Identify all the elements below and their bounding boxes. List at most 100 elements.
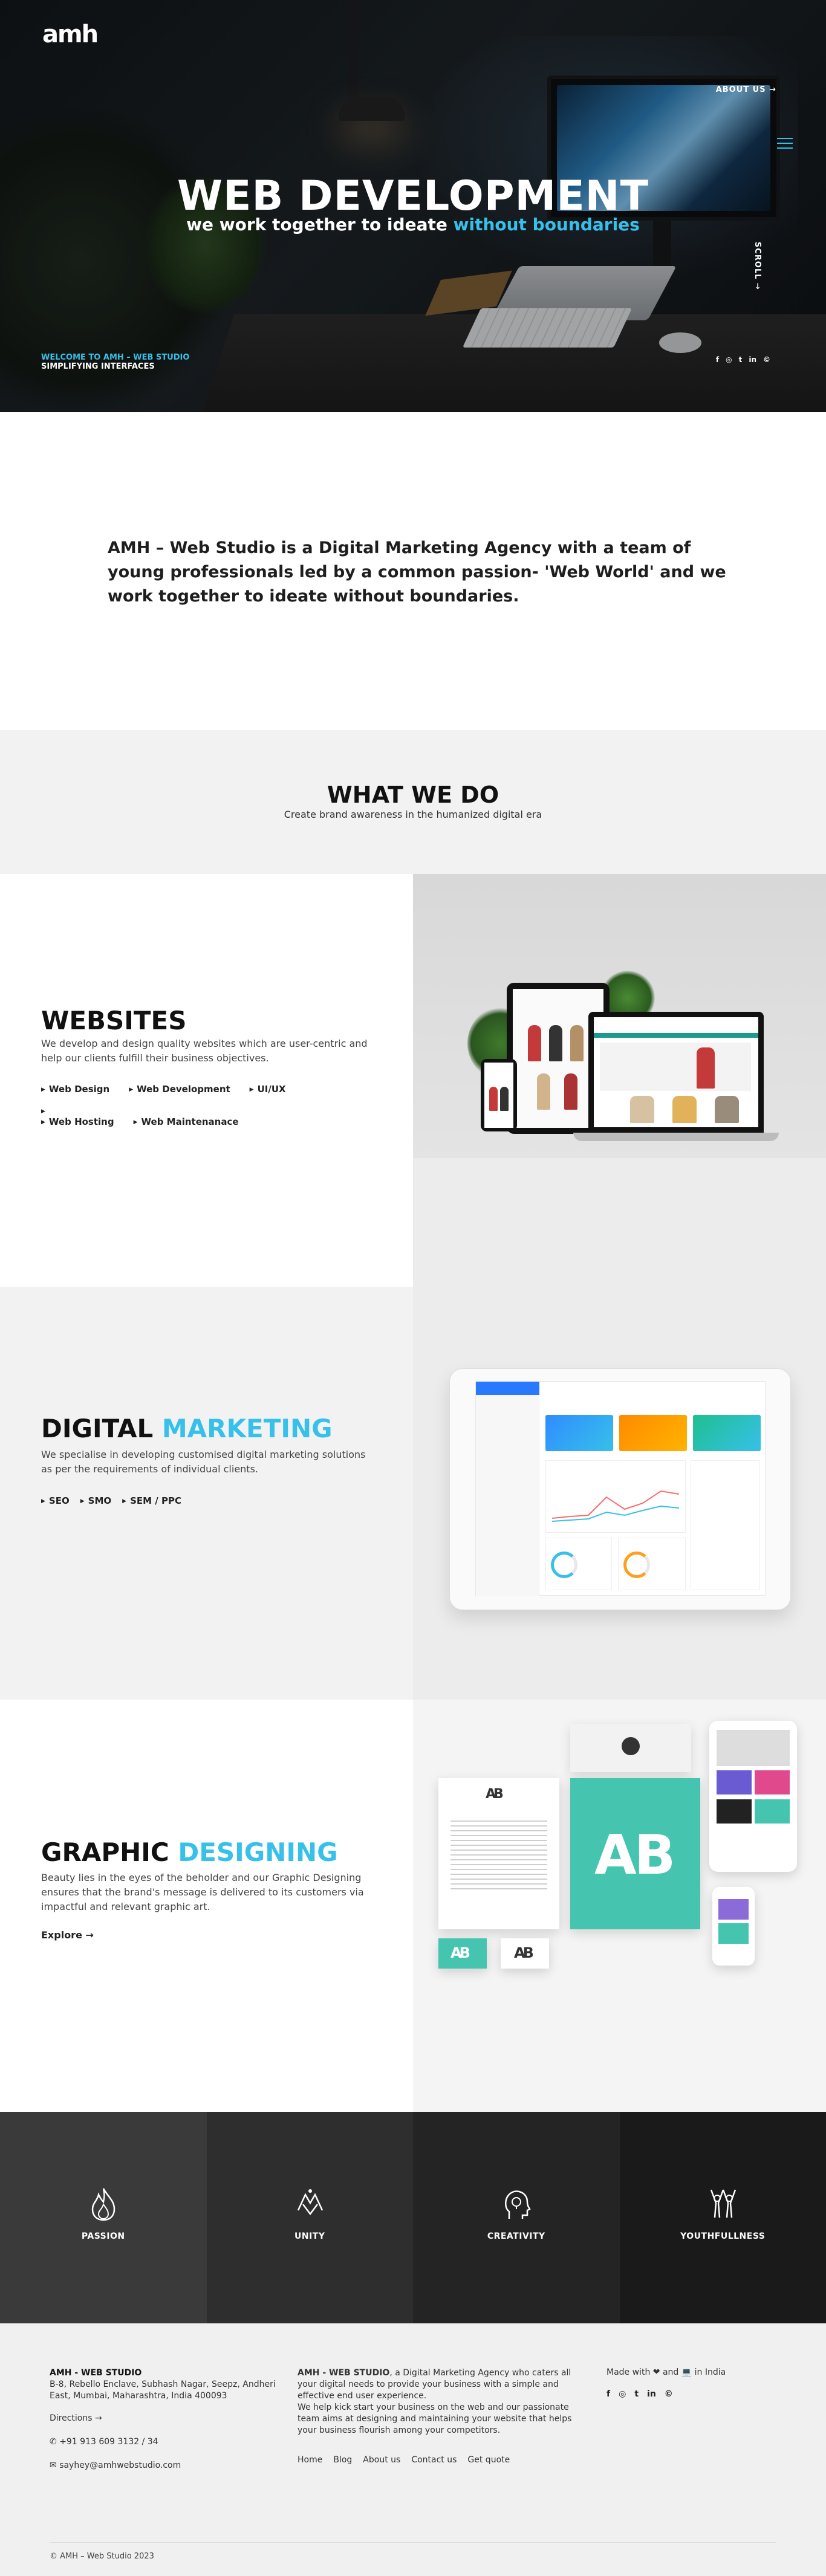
tag-web-hosting[interactable]: Web Hosting bbox=[41, 1116, 114, 1127]
line-chart-graphic bbox=[551, 1490, 680, 1522]
footer-link-quote[interactable]: Get quote bbox=[467, 2455, 510, 2466]
footer-made-with: Made with ❤ and 💻 in India f ◎ t in © bbox=[606, 2367, 788, 2399]
value-unity: UNITY bbox=[206, 2112, 413, 2323]
made-with-country: in India bbox=[694, 2367, 726, 2377]
footer-address: B-8, Rebello Enclave, Subhash Nagar, See… bbox=[50, 2380, 276, 2401]
graphic-designing-title-prefix: GRAPHIC bbox=[41, 1837, 178, 1867]
footer: AMH - WEB STUDIO B-8, Rebello Enclave, S… bbox=[0, 2323, 826, 2576]
digital-marketing-text-panel: DIGITAL MARKETING We specialise in devel… bbox=[0, 1287, 413, 1700]
digital-marketing-title-prefix: DIGITAL bbox=[41, 1414, 162, 1443]
what-we-do-subtitle: Create brand awareness in the humanized … bbox=[284, 809, 542, 820]
facebook-icon[interactable]: f bbox=[716, 355, 719, 364]
directions-link[interactable]: Directions → bbox=[50, 2413, 279, 2424]
scroll-indicator[interactable]: SCROLL → bbox=[753, 242, 762, 290]
welcome-text: WELCOME TO AMH – WEB STUDIO bbox=[41, 353, 190, 362]
business-card-teal-logo: AB bbox=[450, 1944, 470, 1961]
envelope-mockup bbox=[570, 1724, 691, 1772]
business-card-white: AB bbox=[501, 1938, 549, 1969]
hero-subtitle-text: we work together to ideate bbox=[186, 215, 454, 235]
business-card-white-logo: AB bbox=[514, 1944, 534, 1961]
tag-smo[interactable]: SMO bbox=[80, 1495, 111, 1506]
value-youthfullness: YOUTHFULLNESS bbox=[619, 2112, 826, 2323]
tag-web-design[interactable]: Web Design bbox=[41, 1084, 109, 1095]
graphic-designing-text-panel: GRAPHIC DESIGNING Beauty lies in the eye… bbox=[0, 1700, 413, 2112]
hero-social-links: f ◎ t in © bbox=[716, 355, 770, 364]
footer-links: Home Blog About us Contact us Get quote bbox=[298, 2455, 582, 2466]
tag-seo[interactable]: SEO bbox=[41, 1495, 70, 1506]
dashboard-tablet bbox=[449, 1368, 791, 1610]
graphic-designing-description: Beauty lies in the eyes of the beholder … bbox=[41, 1872, 364, 1912]
digital-marketing-tags: SEO SMO SEM / PPC bbox=[41, 1495, 380, 1506]
footer-about-text-2: We help kick start your business on the … bbox=[298, 2403, 572, 2435]
email-address[interactable]: sayhey@amhwebstudio.com bbox=[59, 2461, 181, 2470]
websites-title: WEBSITES bbox=[41, 1006, 187, 1035]
hamburger-icon[interactable] bbox=[777, 138, 793, 149]
facebook-icon[interactable]: f bbox=[606, 2389, 610, 2399]
cheering-people-icon bbox=[710, 2189, 736, 2218]
letterhead-mockup: AB bbox=[438, 1778, 559, 1929]
twitter-icon[interactable]: t bbox=[739, 355, 743, 364]
laptop-base bbox=[573, 1133, 779, 1141]
logo[interactable]: amh bbox=[42, 21, 99, 48]
graphic-designing-title-highlight: DESIGNING bbox=[178, 1837, 338, 1867]
twitter-icon[interactable]: t bbox=[634, 2389, 639, 2399]
graphic-designing-mockup: AB AB AB AB bbox=[413, 1700, 826, 2112]
value-passion: PASSION bbox=[0, 2112, 207, 2323]
phone-icon: ✆ bbox=[50, 2437, 60, 2447]
footer-about-bold: AMH - WEB STUDIO bbox=[298, 2368, 390, 2378]
made-with-label: Made with bbox=[606, 2367, 651, 2377]
lightbulb-head-icon bbox=[505, 2190, 531, 2219]
value-label: PASSION bbox=[81, 2231, 125, 2241]
linkedin-icon[interactable]: in bbox=[749, 355, 756, 364]
heart-icon: ❤ bbox=[652, 2367, 660, 2377]
made-with-text: Made with ❤ and 💻 in India bbox=[606, 2367, 788, 2377]
footer-phone[interactable]: ✆ +91 913 609 3132 / 34 bbox=[50, 2436, 279, 2448]
hero-subtitle: we work together to ideate without bound… bbox=[0, 215, 826, 235]
phone-number[interactable]: +91 913 609 3132 / 34 bbox=[59, 2437, 158, 2447]
digital-marketing-description: We specialise in developing customised d… bbox=[41, 1449, 366, 1475]
tag-web-maintenance[interactable]: Web Maintenanace bbox=[134, 1116, 239, 1127]
intro-section: AMH – Web Studio is a Digital Marketing … bbox=[0, 412, 826, 730]
footer-link-contact[interactable]: Contact us bbox=[411, 2455, 457, 2466]
footer-link-home[interactable]: Home bbox=[298, 2455, 322, 2466]
copyright: © AMH – Web Studio 2023 bbox=[50, 2552, 154, 2561]
phone-device bbox=[481, 1059, 517, 1131]
digital-marketing-title-highlight: MARKETING bbox=[161, 1414, 333, 1443]
what-we-do-title: WHAT WE DO bbox=[327, 782, 499, 808]
hero-subtitle-highlight: without boundaries bbox=[453, 215, 640, 235]
instagram-icon[interactable]: ◎ bbox=[726, 355, 732, 364]
graphic-designing-title: GRAPHIC DESIGNING bbox=[41, 1837, 338, 1867]
business-card-teal: AB bbox=[438, 1938, 487, 1969]
values-section: PASSION UNITY CREATIVITY YOUTHFULLNESS bbox=[0, 2112, 826, 2323]
websites-mockup bbox=[413, 874, 826, 1287]
websites-section: WEBSITES We develop and design quality w… bbox=[0, 874, 826, 1287]
footer-about: AMH - WEB STUDIO, a Digital Marketing Ag… bbox=[298, 2367, 582, 2466]
linkedin-icon[interactable]: in bbox=[647, 2389, 656, 2399]
hero-title: WEB DEVELOPMENT bbox=[177, 172, 649, 220]
graphic-designing-section: GRAPHIC DESIGNING Beauty lies in the eye… bbox=[0, 1700, 826, 2112]
tablet-mockup bbox=[709, 1721, 797, 1872]
about-us-link[interactable]: ABOUT US → bbox=[716, 85, 776, 94]
footer-divider bbox=[50, 2542, 776, 2543]
teal-card-mockup: AB bbox=[570, 1778, 700, 1929]
page: amh ABOUT US → WEB DEVELOPMENT we work t… bbox=[0, 0, 826, 2576]
made-with-and: and bbox=[662, 2367, 679, 2377]
footer-social-links: f ◎ t in © bbox=[606, 2389, 788, 2399]
laptop-device bbox=[588, 1012, 764, 1133]
instagram-icon[interactable]: ◎ bbox=[619, 2389, 626, 2399]
tag-ui-ux[interactable]: UI/UX bbox=[250, 1084, 286, 1095]
footer-link-about[interactable]: About us bbox=[363, 2455, 400, 2466]
phone-mockup bbox=[712, 1887, 755, 1966]
whatsapp-icon[interactable]: © bbox=[763, 355, 770, 364]
explore-link[interactable]: Explore → bbox=[41, 1929, 94, 1941]
whatsapp-icon[interactable]: © bbox=[665, 2389, 673, 2399]
footer-link-blog[interactable]: Blog bbox=[333, 2455, 352, 2466]
tag-web-development[interactable]: Web Development bbox=[129, 1084, 230, 1095]
digital-marketing-mockup bbox=[413, 1287, 826, 1700]
tag-sem-ppc[interactable]: SEM / PPC bbox=[122, 1495, 181, 1506]
footer-email[interactable]: ✉ sayhey@amhwebstudio.com bbox=[50, 2460, 279, 2471]
tagline-text: SIMPLIFYING INTERFACES bbox=[41, 362, 155, 371]
letterhead-logo: AB bbox=[486, 1787, 504, 1802]
footer-contact: AMH - WEB STUDIO B-8, Rebello Enclave, S… bbox=[50, 2367, 279, 2471]
value-label: CREATIVITY bbox=[487, 2231, 545, 2241]
